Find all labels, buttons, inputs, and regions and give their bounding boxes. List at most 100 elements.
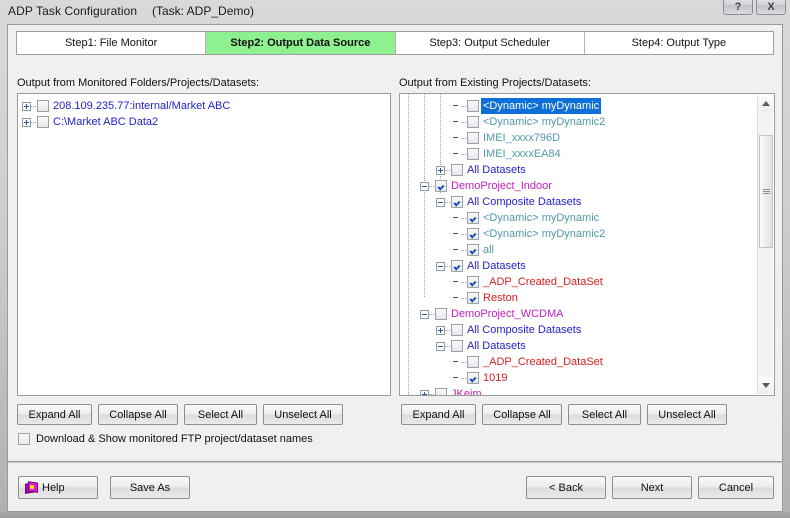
tree-row-checkbox[interactable] (467, 132, 479, 144)
cancel-button[interactable]: Cancel (698, 476, 774, 499)
tree-row-checkbox[interactable] (467, 356, 479, 368)
tree-row[interactable]: <Dynamic> myDynamic (452, 210, 601, 226)
tree-row-checkbox[interactable] (435, 308, 447, 320)
tree-row[interactable]: IMEI_xxxx796D (452, 130, 562, 146)
tree-row[interactable]: All Datasets (436, 338, 528, 354)
right-expand-all-button[interactable]: Expand All (401, 404, 476, 425)
scroll-down-button[interactable] (758, 377, 774, 394)
tree-row[interactable]: IMEI_xxxxEA84 (452, 146, 563, 162)
tree-row-label: JKeim (451, 388, 482, 396)
right-panel-label: Output from Existing Projects/Datasets: (399, 77, 591, 89)
title-bar: ADP Task Configuration (Task: ADP_Demo) … (0, 0, 790, 24)
left-unselect-all-button[interactable]: Unselect All (263, 404, 343, 425)
book-icon (25, 480, 39, 494)
tree-row-checkbox[interactable] (467, 292, 479, 304)
close-window-button[interactable]: X (756, 0, 786, 15)
tree-leaf-spacer (452, 134, 461, 143)
tree-row-checkbox[interactable] (467, 148, 479, 160)
tree-row[interactable]: C:\Market ABC Data2 (22, 114, 160, 130)
tree-row-label: <Dynamic> myDynamic2 (483, 116, 606, 128)
download-ftp-names-label: Download & Show monitored FTP project/da… (36, 433, 313, 445)
scroll-up-button[interactable] (758, 95, 774, 112)
tree-row[interactable]: <Dynamic> myDynamic2 (452, 226, 607, 242)
back-button[interactable]: < Back (526, 476, 606, 499)
tree-leaf-spacer (452, 102, 461, 111)
client-area: Step1: File Monitor Step2: Output Data S… (7, 24, 783, 462)
tree-row[interactable]: All Datasets (436, 162, 528, 178)
tree-row-checkbox[interactable] (451, 196, 463, 208)
left-expand-all-button[interactable]: Expand All (17, 404, 92, 425)
left-select-all-button[interactable]: Select All (184, 404, 257, 425)
tree-leaf-spacer (452, 150, 461, 159)
download-ftp-names-option[interactable]: Download & Show monitored FTP project/da… (18, 433, 313, 445)
tree-row-label: all (483, 244, 495, 256)
collapse-icon[interactable] (420, 309, 429, 319)
tree-row-checkbox[interactable] (435, 180, 447, 192)
tree-row[interactable]: DemoProject_WCDMA (420, 306, 565, 322)
tree-row[interactable]: 1019 (452, 370, 509, 386)
tree-row[interactable]: <Dynamic> myDynamic2 (452, 114, 607, 130)
tree-vertical-scrollbar[interactable] (757, 95, 774, 394)
tree-row[interactable]: All Composite Datasets (436, 194, 583, 210)
help-window-button[interactable]: ? (723, 0, 753, 15)
tree-row-checkbox[interactable] (435, 388, 447, 395)
tree-row-checkbox[interactable] (37, 100, 49, 112)
right-select-all-button[interactable]: Select All (568, 404, 641, 425)
tree-row-checkbox[interactable] (467, 244, 479, 256)
help-button[interactable]: Help (18, 476, 98, 499)
tree-row-checkbox[interactable] (451, 164, 463, 176)
grip-icon (762, 189, 770, 194)
download-ftp-names-checkbox[interactable] (18, 433, 30, 445)
existing-projects-tree[interactable]: <Dynamic> myDynamic <Dynamic> myDynamic2 I… (399, 93, 775, 396)
collapse-icon[interactable] (436, 261, 445, 271)
save-as-button[interactable]: Save As (110, 476, 190, 499)
tree-row-checkbox[interactable] (451, 260, 463, 272)
tree-row[interactable]: DemoProject_Indoor (420, 178, 554, 194)
tab-step2-output-data-source[interactable]: Step2: Output Data Source (206, 32, 396, 54)
tree-row-checkbox[interactable] (37, 116, 49, 128)
task-name-label: (Task: ADP_Demo) (152, 4, 255, 18)
next-button[interactable]: Next (612, 476, 692, 499)
tab-step4-output-type[interactable]: Step4: Output Type (584, 32, 773, 54)
monitored-folders-tree[interactable]: 208.109.235.77:internal/Market ABC C:\Mar… (17, 93, 391, 396)
tree-row[interactable]: _ADP_Created_DataSet (452, 274, 605, 290)
collapse-icon[interactable] (436, 341, 445, 351)
left-collapse-all-button[interactable]: Collapse All (98, 404, 178, 425)
tree-row[interactable]: _ADP_Created_DataSet (452, 354, 605, 370)
scrollbar-thumb[interactable] (759, 135, 773, 248)
tree-row[interactable]: Reston (452, 290, 520, 306)
tree-row[interactable]: 208.109.235.77:internal/Market ABC (22, 98, 232, 114)
adp-task-configuration-window: ADP Task Configuration (Task: ADP_Demo) … (0, 0, 790, 518)
collapse-icon[interactable] (420, 181, 429, 191)
tree-leaf-spacer (452, 214, 461, 223)
tree-row-checkbox[interactable] (451, 340, 463, 352)
tree-row-label: C:\Market ABC Data2 (53, 116, 159, 128)
tab-step1-file-monitor[interactable]: Step1: File Monitor (17, 32, 207, 54)
tree-row[interactable]: All Datasets (436, 258, 528, 274)
tab-step3-output-scheduler[interactable]: Step3: Output Scheduler (395, 32, 585, 54)
right-collapse-all-button[interactable]: Collapse All (482, 404, 562, 425)
collapse-icon[interactable] (436, 197, 445, 207)
right-unselect-all-button[interactable]: Unselect All (647, 404, 727, 425)
expand-icon[interactable] (420, 389, 429, 395)
tree-row[interactable]: <Dynamic> myDynamic (452, 98, 602, 114)
expand-icon[interactable] (436, 325, 445, 335)
tree-row[interactable]: JKeim (420, 386, 484, 396)
tree-row-checkbox[interactable] (451, 324, 463, 336)
tree-row-label: 208.109.235.77:internal/Market ABC (53, 100, 231, 112)
tree-row[interactable]: All Composite Datasets (436, 322, 583, 338)
expand-icon[interactable] (22, 117, 31, 127)
tree-row-checkbox[interactable] (467, 212, 479, 224)
left-panel-label: Output from Monitored Folders/Projects/D… (17, 77, 260, 89)
tree-row-label: <Dynamic> myDynamic (481, 98, 602, 114)
tree-row-checkbox[interactable] (467, 372, 479, 384)
tree-row-label: <Dynamic> myDynamic2 (483, 228, 606, 240)
tree-row[interactable]: all (452, 242, 496, 258)
tree-row-label: All Composite Datasets (467, 324, 582, 336)
tree-row-checkbox[interactable] (467, 100, 479, 112)
tree-row-checkbox[interactable] (467, 228, 479, 240)
expand-icon[interactable] (436, 165, 445, 175)
tree-row-checkbox[interactable] (467, 276, 479, 288)
expand-icon[interactable] (22, 101, 31, 111)
tree-row-checkbox[interactable] (467, 116, 479, 128)
